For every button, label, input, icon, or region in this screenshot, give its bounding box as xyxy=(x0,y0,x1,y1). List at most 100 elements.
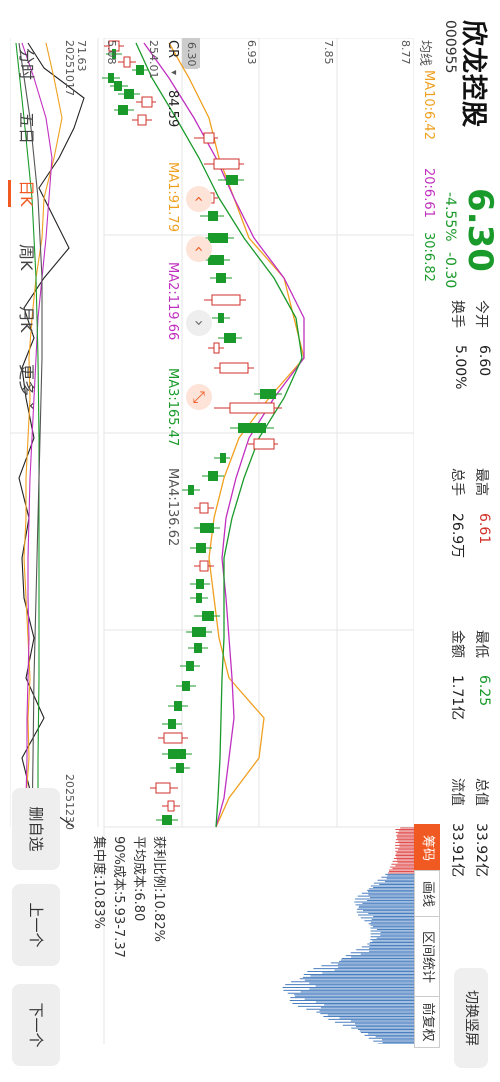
change-pct: -4.55% xyxy=(442,192,458,242)
price-axis-top: 8.77 xyxy=(399,40,412,65)
stat-value-total-cap: 33.92亿 xyxy=(473,823,489,878)
candle-body xyxy=(163,732,183,744)
ma-legend-label: 均线 xyxy=(417,40,432,67)
stat-label-total-cap: 总值 xyxy=(473,778,489,806)
candle-body xyxy=(213,342,220,354)
candle-body xyxy=(174,701,182,711)
candle-body xyxy=(202,611,214,621)
cr-ma4: MA4:136.62 xyxy=(165,468,180,547)
candle-body xyxy=(220,453,226,463)
stat-label-turnover: 换手 xyxy=(449,300,465,328)
candle-body xyxy=(203,132,215,144)
scroll-right-icon[interactable]: › xyxy=(186,310,212,336)
candle-body xyxy=(167,800,175,812)
candle-body xyxy=(238,423,266,433)
candle-body xyxy=(218,313,224,323)
cr-label[interactable]: CR xyxy=(165,40,180,58)
period-tab-5day[interactable]: 五日 xyxy=(16,112,40,144)
period-tab-intraday[interactable]: 分时 xyxy=(16,48,40,80)
cr-dropdown-icon[interactable]: ▾ xyxy=(168,70,179,75)
candle-body xyxy=(168,749,186,759)
tab-draw-line[interactable]: 画线 xyxy=(414,870,440,918)
candle-body xyxy=(141,96,153,108)
candle-body xyxy=(199,560,209,572)
stat-value-open: 6.60 xyxy=(476,345,492,377)
candle-body xyxy=(176,763,184,773)
cr-ma2: MA2:119.66 xyxy=(165,262,180,341)
candle-body xyxy=(208,211,218,221)
current-price: 6.30 xyxy=(460,188,500,272)
price-axis-2: 7.85 xyxy=(322,40,335,65)
stat-label-float-cap: 流值 xyxy=(449,778,465,806)
candle-body xyxy=(208,255,224,265)
date-end: 20251230 xyxy=(63,774,76,830)
scroll-left-icon[interactable]: ‹ xyxy=(186,186,212,212)
candle-body xyxy=(123,56,131,68)
candle-body xyxy=(124,89,134,99)
chip-90-cost: 90%成本:5.93-7.37 xyxy=(111,836,126,958)
candle-body xyxy=(213,158,240,170)
stat-label-open: 今开 xyxy=(473,300,489,328)
zoom-out-icon[interactable]: ‹ xyxy=(186,236,212,262)
cr-ma1: MA1:91.79 xyxy=(165,162,180,232)
candle-body xyxy=(168,719,176,729)
period-tab-weekly[interactable]: 周K xyxy=(16,244,40,271)
next-stock-button[interactable]: 下一个 xyxy=(12,984,60,1066)
price-axis-3: 6.93 xyxy=(245,40,258,65)
landscape-stock-screen: 欣龙控股 000955 6.30 -4.55% -0.30 今开 6.60 最高… xyxy=(0,0,500,1082)
candle-body xyxy=(208,233,228,243)
stock-name: 欣龙控股 xyxy=(458,20,488,129)
more-dropdown-icon[interactable]: ⌄ xyxy=(26,400,42,412)
candle-body xyxy=(211,294,241,306)
change-amt: -0.30 xyxy=(442,252,458,289)
candle-body xyxy=(194,643,202,653)
candle-body xyxy=(260,389,276,399)
stat-value-low: 6.25 xyxy=(476,675,492,707)
date-start: 20251017 xyxy=(63,40,76,96)
ma10-value: MA10:6.42 xyxy=(421,70,436,140)
stat-label-amount: 金额 xyxy=(449,630,465,658)
kline-chart[interactable] xyxy=(10,38,414,1044)
period-tab-more[interactable]: 更多 xyxy=(16,364,40,396)
cr-ma1-line xyxy=(23,42,63,828)
period-tab-daily[interactable]: 日K xyxy=(16,180,40,207)
remove-watchlist-button[interactable]: 删自选 xyxy=(12,788,60,870)
chip-profit-ratio: 获利比例:10.82% xyxy=(151,836,166,942)
candle-body xyxy=(199,502,209,514)
cr-ma2-line xyxy=(21,42,53,827)
stat-value-turnover: 5.00% xyxy=(452,345,468,390)
candle-body xyxy=(114,81,122,91)
switch-portrait-button[interactable]: 切换竖屏 xyxy=(454,968,488,1068)
candle-body xyxy=(118,105,128,115)
candle-body xyxy=(216,273,226,283)
candle-body xyxy=(208,471,218,481)
candle-body xyxy=(196,579,204,589)
tab-chips[interactable]: 筹码 xyxy=(414,824,440,872)
previous-stock-button[interactable]: 上一个 xyxy=(12,884,60,966)
tab-adjust[interactable]: 前复权 xyxy=(414,996,440,1048)
stat-label-volume: 总手 xyxy=(449,468,465,496)
candle-body xyxy=(229,402,275,414)
cr-ma3: MA3:165.47 xyxy=(165,368,180,447)
candle-body xyxy=(224,333,236,343)
chart-grid xyxy=(10,38,414,1044)
tab-range-stats[interactable]: 区间统计 xyxy=(414,916,440,998)
candle-body xyxy=(108,73,114,83)
candle-body xyxy=(136,65,144,75)
candle-body xyxy=(196,593,202,603)
stat-value-amount: 1.71亿 xyxy=(449,675,465,721)
ma30-value: 30:6.82 xyxy=(421,232,436,282)
candle-body xyxy=(182,681,190,691)
stat-value-float-cap: 33.91亿 xyxy=(449,823,465,878)
stat-value-high: 6.61 xyxy=(476,513,492,545)
candle-body xyxy=(192,627,206,637)
stock-code: 000955 xyxy=(442,20,458,74)
candle-body xyxy=(162,815,172,825)
candle-body xyxy=(186,661,194,671)
fullscreen-icon[interactable]: ⤡ xyxy=(186,384,212,410)
ma20-value: 20:6.61 xyxy=(421,168,436,218)
candle-body xyxy=(155,782,171,794)
cr-value: 84.59 xyxy=(165,90,180,128)
period-tab-monthly[interactable]: 月K xyxy=(16,306,40,333)
stat-label-high: 最高 xyxy=(473,468,489,496)
